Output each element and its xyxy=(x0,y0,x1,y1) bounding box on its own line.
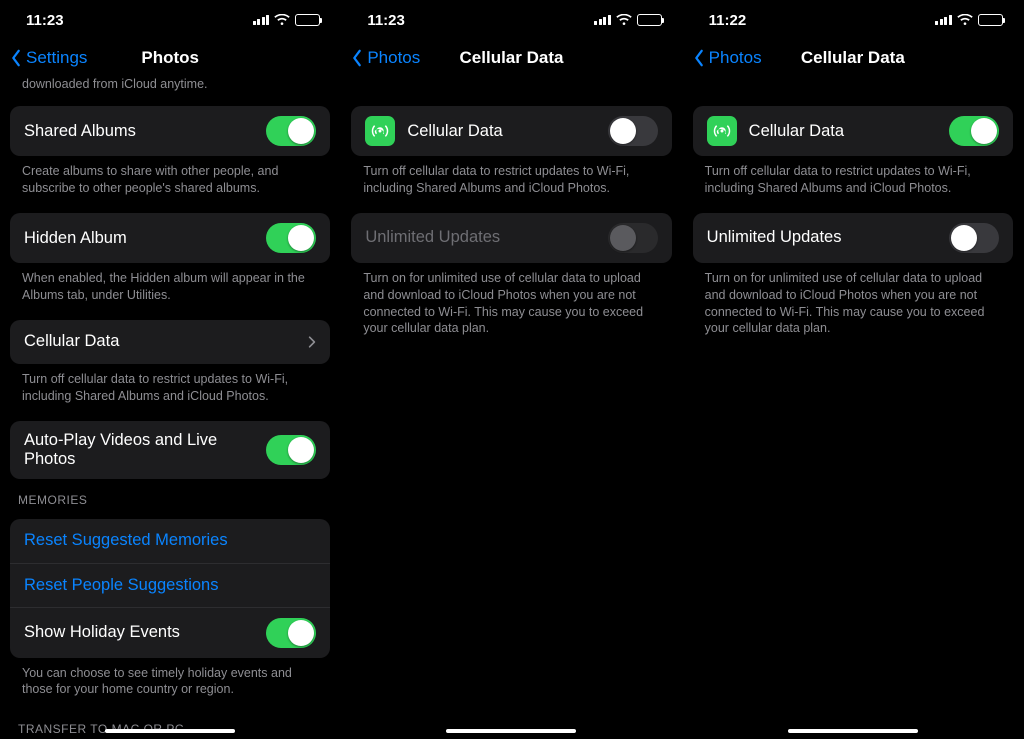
toggle-cellular-data[interactable] xyxy=(949,116,999,146)
wifi-icon xyxy=(274,14,290,26)
row-cellular-data[interactable]: Cellular Data xyxy=(10,320,330,364)
settings-content: Cellular Data Turn off cellular data to … xyxy=(341,76,681,347)
status-icons xyxy=(935,14,1003,26)
footer-unlimited: Turn on for unlimited use of cellular da… xyxy=(683,263,1023,348)
status-bar: 11:22 xyxy=(683,0,1023,40)
group-autoplay: Auto-Play Videos and Live Photos xyxy=(10,421,330,479)
phone-cellular-off: 11:23 Photos Cellular Data Cellular Data xyxy=(341,0,682,739)
settings-content: Cellular Data Turn off cellular data to … xyxy=(683,76,1023,347)
wifi-icon xyxy=(957,14,973,26)
back-label: Photos xyxy=(367,48,420,68)
cellular-icon xyxy=(707,116,737,146)
status-icons xyxy=(594,14,662,26)
row-reset-memories[interactable]: Reset Suggested Memories xyxy=(10,519,330,563)
back-label: Photos xyxy=(709,48,762,68)
chevron-right-icon xyxy=(308,335,316,349)
back-button[interactable]: Photos xyxy=(351,48,420,68)
battery-icon xyxy=(978,14,1003,26)
toggle-unlimited-updates[interactable] xyxy=(949,223,999,253)
status-bar: 11:23 xyxy=(341,0,681,40)
signal-icon xyxy=(253,15,270,25)
phone-cellular-on: 11:22 Photos Cellular Data Cellular Data xyxy=(683,0,1024,739)
row-hidden-album[interactable]: Hidden Album xyxy=(10,213,330,263)
status-time: 11:22 xyxy=(709,12,747,29)
nav-header: Photos Cellular Data xyxy=(683,40,1023,76)
footer-cellular: Turn off cellular data to restrict updat… xyxy=(341,156,681,207)
signal-icon xyxy=(935,15,952,25)
group-memories: Reset Suggested Memories Reset People Su… xyxy=(10,519,330,658)
battery-icon xyxy=(637,14,662,26)
cellular-icon xyxy=(365,116,395,146)
home-indicator[interactable] xyxy=(788,729,918,733)
row-label: Auto-Play Videos and Live Photos xyxy=(24,431,254,469)
wifi-icon xyxy=(616,14,632,26)
home-indicator[interactable] xyxy=(105,729,235,733)
row-label: Show Holiday Events xyxy=(24,623,254,642)
row-autoplay[interactable]: Auto-Play Videos and Live Photos xyxy=(10,421,330,479)
footer-unlimited: Turn on for unlimited use of cellular da… xyxy=(341,263,681,348)
footer-hidden-album: When enabled, the Hidden album will appe… xyxy=(0,263,340,314)
toggle-hidden-album[interactable] xyxy=(266,223,316,253)
row-label: Unlimited Updates xyxy=(365,228,595,247)
row-shared-albums[interactable]: Shared Albums xyxy=(10,106,330,156)
group-unlimited: Unlimited Updates xyxy=(693,213,1013,263)
row-label: Shared Albums xyxy=(24,122,254,141)
row-label: Cellular Data xyxy=(24,332,296,351)
status-icons xyxy=(253,14,321,26)
chevron-left-icon xyxy=(693,49,705,67)
settings-content: downloaded from iCloud anytime. Shared A… xyxy=(0,76,340,739)
status-bar: 11:23 xyxy=(0,0,340,40)
back-label: Settings xyxy=(26,48,87,68)
section-header-memories: MEMORIES xyxy=(0,479,340,513)
toggle-unlimited-updates xyxy=(608,223,658,253)
footer-cellular-data: Turn off cellular data to restrict updat… xyxy=(0,364,340,415)
row-unlimited-updates: Unlimited Updates xyxy=(351,213,671,263)
nav-header: Settings Photos xyxy=(0,40,340,76)
row-reset-people[interactable]: Reset People Suggestions xyxy=(10,563,330,607)
section-header-transfer: TRANSFER TO MAC OR PC xyxy=(0,708,340,739)
row-label: Cellular Data xyxy=(407,122,595,141)
row-label: Cellular Data xyxy=(749,122,937,141)
signal-icon xyxy=(594,15,611,25)
row-cellular-data[interactable]: Cellular Data xyxy=(351,106,671,156)
footer-cellular: Turn off cellular data to restrict updat… xyxy=(683,156,1023,207)
group-cellular-data: Cellular Data xyxy=(10,320,330,364)
footer-shared-albums: Create albums to share with other people… xyxy=(0,156,340,207)
chevron-left-icon xyxy=(351,49,363,67)
row-show-holiday[interactable]: Show Holiday Events xyxy=(10,607,330,658)
chevron-left-icon xyxy=(10,49,22,67)
row-label: Unlimited Updates xyxy=(707,228,937,247)
row-label: Reset Suggested Memories xyxy=(24,531,316,550)
group-hidden-album: Hidden Album xyxy=(10,213,330,263)
status-time: 11:23 xyxy=(367,12,405,29)
row-cellular-data[interactable]: Cellular Data xyxy=(693,106,1013,156)
back-button[interactable]: Settings xyxy=(10,48,87,68)
home-indicator[interactable] xyxy=(446,729,576,733)
phone-photos-settings: 11:23 Settings Photos downloaded from iC… xyxy=(0,0,341,739)
group-shared-albums: Shared Albums xyxy=(10,106,330,156)
back-button[interactable]: Photos xyxy=(693,48,762,68)
toggle-show-holiday[interactable] xyxy=(266,618,316,648)
group-cellular-toggle: Cellular Data xyxy=(351,106,671,156)
footer-holiday: You can choose to see timely holiday eve… xyxy=(0,658,340,709)
group-cellular-toggle: Cellular Data xyxy=(693,106,1013,156)
status-time: 11:23 xyxy=(26,12,64,29)
row-label: Reset People Suggestions xyxy=(24,576,316,595)
toggle-cellular-data[interactable] xyxy=(608,116,658,146)
group-unlimited: Unlimited Updates xyxy=(351,213,671,263)
row-unlimited-updates[interactable]: Unlimited Updates xyxy=(693,213,1013,263)
toggle-autoplay[interactable] xyxy=(266,435,316,465)
truncated-footer: downloaded from iCloud anytime. xyxy=(0,76,340,100)
nav-header: Photos Cellular Data xyxy=(341,40,681,76)
row-label: Hidden Album xyxy=(24,229,254,248)
battery-icon xyxy=(295,14,320,26)
toggle-shared-albums[interactable] xyxy=(266,116,316,146)
